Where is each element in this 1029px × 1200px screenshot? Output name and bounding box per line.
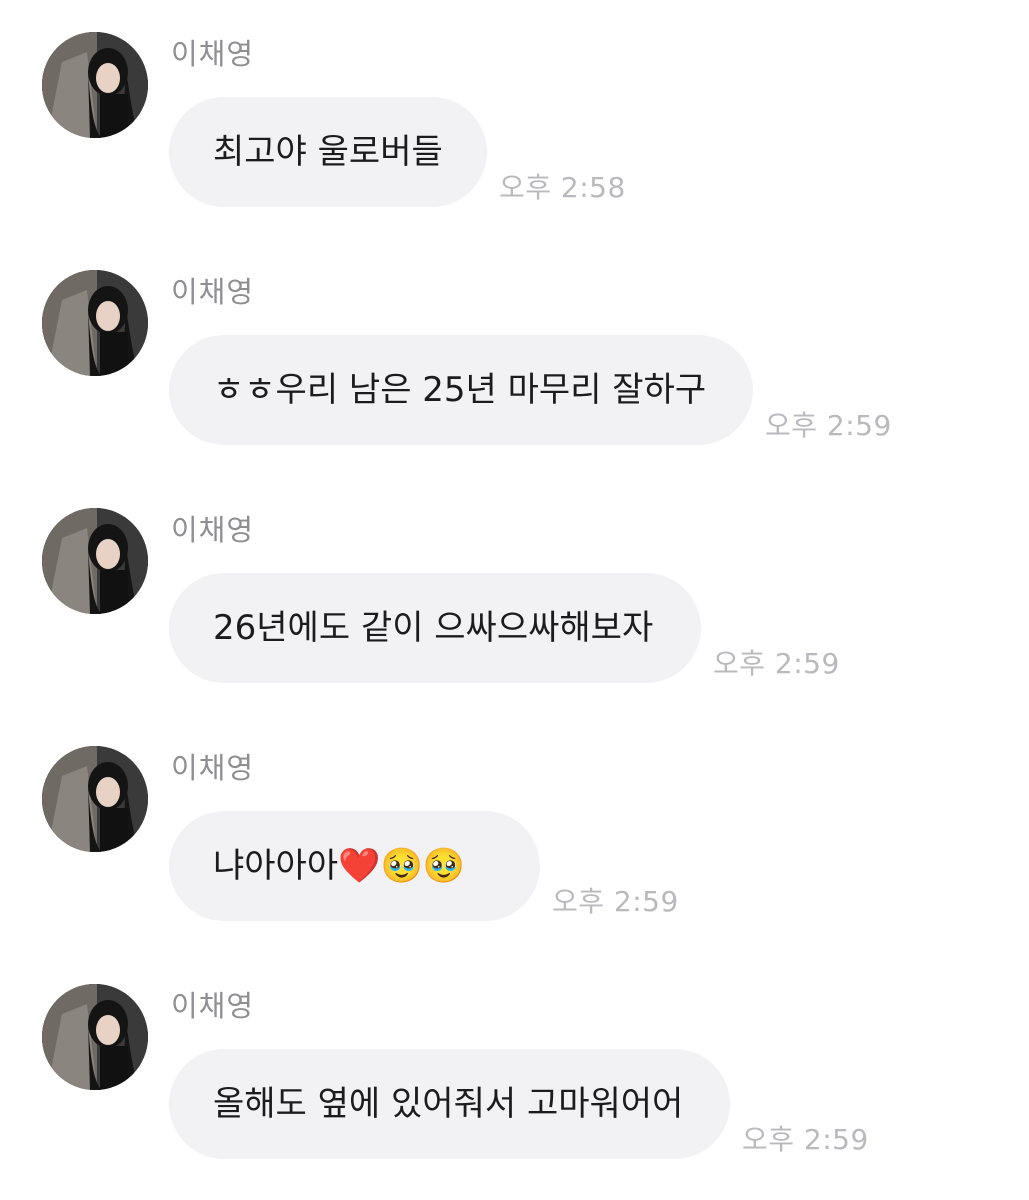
message-bubble[interactable]: 냐아아아❤️🥹🥹 bbox=[169, 811, 540, 921]
avatar-photo-icon bbox=[42, 32, 148, 138]
chat-message: 이채영 올해도 옆에 있어줘서 고마워어어 오후 2:59 bbox=[0, 952, 1029, 1162]
message-bubble[interactable]: 최고야 울로버들 bbox=[169, 97, 487, 207]
message-timestamp: 오후 2:59 bbox=[552, 885, 679, 918]
message-timestamp: 오후 2:59 bbox=[742, 1123, 869, 1156]
message-text: 올해도 옆에 있어줘서 고마워어어 bbox=[213, 1084, 684, 1124]
message-bubble[interactable]: 26년에도 같이 으싸으싸해보자 bbox=[169, 573, 701, 683]
chat-message: 이채영 냐아아아❤️🥹🥹 오후 2:59 bbox=[0, 714, 1029, 924]
sender-name: 이채영 bbox=[171, 751, 255, 785]
avatar-photo-icon bbox=[42, 508, 148, 614]
sender-name: 이채영 bbox=[171, 37, 255, 71]
avatar[interactable] bbox=[42, 746, 148, 852]
message-text: 냐아아아❤️🥹🥹 bbox=[213, 846, 466, 886]
chat-thread: 이채영 최고야 울로버들 오후 2:58 이채영 ㅎㅎ우리 남은 25년 마무리… bbox=[0, 0, 1029, 1200]
avatar-photo-icon bbox=[42, 984, 148, 1090]
message-timestamp: 오후 2:58 bbox=[499, 171, 626, 204]
avatar[interactable] bbox=[42, 270, 148, 376]
chat-message: 이채영 최고야 울로버들 오후 2:58 bbox=[0, 0, 1029, 210]
avatar-photo-icon bbox=[42, 746, 148, 852]
avatar[interactable] bbox=[42, 508, 148, 614]
message-bubble[interactable]: ㅎㅎ우리 남은 25년 마무리 잘하구 bbox=[169, 335, 753, 445]
message-text: 26년에도 같이 으싸으싸해보자 bbox=[213, 608, 654, 648]
avatar-photo-icon bbox=[42, 270, 148, 376]
message-timestamp: 오후 2:59 bbox=[765, 409, 892, 442]
message-timestamp: 오후 2:59 bbox=[713, 647, 840, 680]
chat-message: 이채영 26년에도 같이 으싸으싸해보자 오후 2:59 bbox=[0, 476, 1029, 686]
sender-name: 이채영 bbox=[171, 989, 255, 1023]
message-text: 최고야 울로버들 bbox=[213, 132, 443, 172]
avatar[interactable] bbox=[42, 32, 148, 138]
sender-name: 이채영 bbox=[171, 275, 255, 309]
chat-message: 이채영 ㅎㅎ우리 남은 25년 마무리 잘하구 오후 2:59 bbox=[0, 238, 1029, 448]
avatar[interactable] bbox=[42, 984, 148, 1090]
sender-name: 이채영 bbox=[171, 513, 255, 547]
message-text: ㅎㅎ우리 남은 25년 마무리 잘하구 bbox=[213, 370, 707, 410]
message-bubble[interactable]: 올해도 옆에 있어줘서 고마워어어 bbox=[169, 1049, 730, 1159]
